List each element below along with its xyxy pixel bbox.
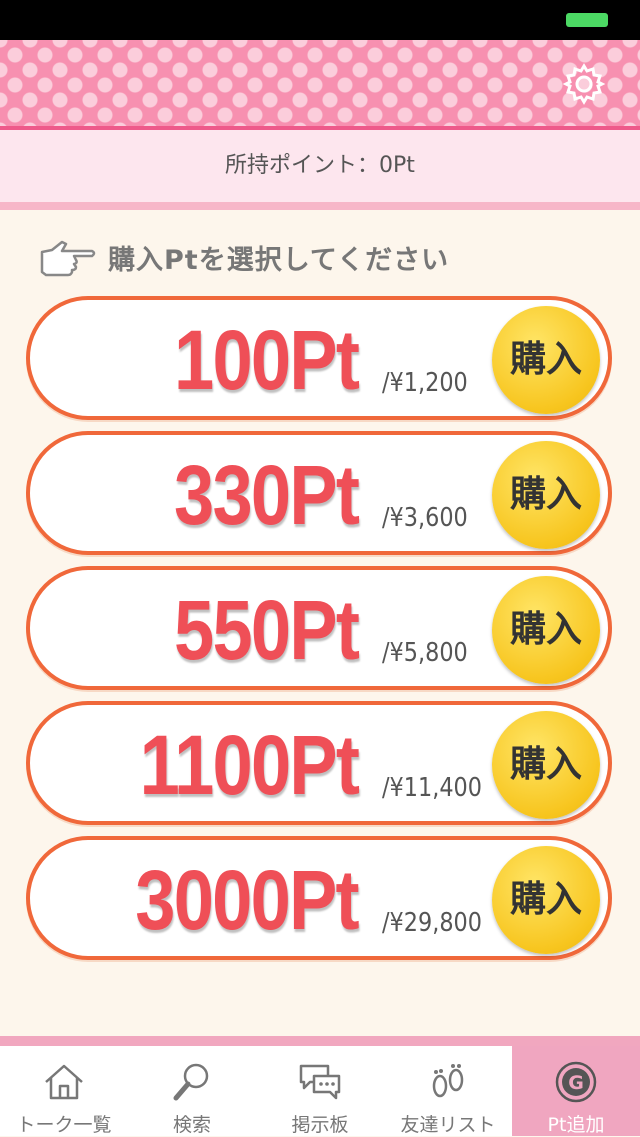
- package-points: 1100Pt: [139, 718, 359, 812]
- package-3000pt[interactable]: 3000Pt /¥29,800 購入: [26, 836, 612, 960]
- magnifier-icon: [173, 1063, 209, 1101]
- tab-board[interactable]: 掲示板: [256, 1046, 384, 1136]
- pointing-hand-icon: [40, 240, 96, 277]
- points-balance: 所持ポイント：0Pt: [0, 130, 640, 210]
- tab-talk-list[interactable]: トーク一覧: [0, 1046, 128, 1136]
- battery-icon: [566, 13, 608, 27]
- tab-search[interactable]: 検索: [128, 1046, 256, 1136]
- select-prompt-text: 購入Ptを選択してください: [108, 244, 450, 276]
- package-330pt[interactable]: 330Pt /¥3,600 購入: [26, 431, 612, 555]
- package-price: /¥5,800: [382, 638, 468, 668]
- package-points: 3000Pt: [135, 853, 359, 947]
- tab-friend-list[interactable]: 友達リスト: [384, 1046, 512, 1136]
- tab-label: 掲示板: [291, 1114, 349, 1136]
- package-550pt[interactable]: 550Pt /¥5,800 購入: [26, 566, 612, 690]
- status-bar: [0, 0, 640, 40]
- package-points: 550Pt: [173, 583, 360, 677]
- package-points: 100Pt: [173, 313, 360, 407]
- package-points: 330Pt: [173, 448, 360, 542]
- svg-text:G: G: [568, 1072, 584, 1094]
- chat-bubbles-icon: [299, 1064, 341, 1100]
- g-coin-icon: G: [555, 1061, 597, 1103]
- buy-button[interactable]: 購入: [492, 846, 600, 954]
- buy-button[interactable]: 購入: [492, 306, 600, 414]
- package-1100pt[interactable]: 1100Pt /¥11,400 購入: [26, 701, 612, 825]
- tab-add-points[interactable]: G Pt追加: [512, 1046, 640, 1136]
- package-price: /¥1,200: [382, 368, 468, 398]
- package-price: /¥3,600: [382, 503, 468, 533]
- gear-icon[interactable]: [562, 62, 606, 106]
- package-price: /¥29,800: [382, 908, 483, 938]
- tab-label: トーク一覧: [16, 1114, 112, 1136]
- tab-label: 検索: [172, 1114, 211, 1136]
- buy-button[interactable]: 購入: [492, 441, 600, 549]
- tab-label: 友達リスト: [400, 1114, 496, 1136]
- footprints-icon: [432, 1064, 464, 1098]
- buy-button[interactable]: 購入: [492, 576, 600, 684]
- header-hearts-banner: [0, 40, 640, 130]
- package-price: /¥11,400: [382, 773, 483, 803]
- home-icon: [45, 1064, 83, 1100]
- buy-button[interactable]: 購入: [492, 711, 600, 819]
- tab-label: Pt追加: [547, 1114, 605, 1136]
- package-100pt[interactable]: 100Pt /¥1,200 購入: [26, 296, 612, 420]
- bottom-tab-bar: トーク一覧 検索 掲示板 友達リスト G Pt追加: [0, 1036, 640, 1136]
- select-prompt: 購入Ptを選択してください: [38, 234, 449, 280]
